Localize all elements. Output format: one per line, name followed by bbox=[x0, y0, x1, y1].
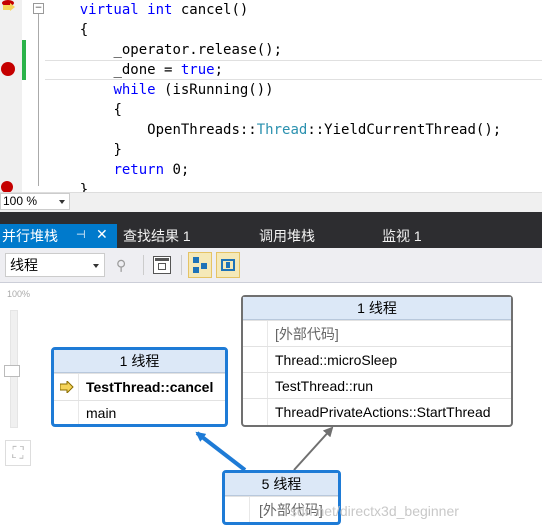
frame-label: [外部代码] bbox=[275, 326, 339, 342]
frame-label: ThreadPrivateActions::StartThread bbox=[275, 404, 491, 420]
stack-node-left[interactable]: 1 线程 TestThread::cancel main bbox=[51, 347, 228, 427]
stack-frame[interactable]: Thread::microSleep bbox=[243, 346, 511, 372]
stack-frame[interactable]: main bbox=[54, 400, 225, 424]
node-header: 1 线程 bbox=[243, 297, 511, 320]
stack-frame[interactable]: ThreadPrivateActions::StartThread bbox=[243, 398, 511, 425]
arrow-to-right-node bbox=[293, 426, 334, 471]
current-frame-arrow-icon bbox=[60, 381, 74, 393]
stack-frame[interactable]: [外部代码] bbox=[243, 320, 511, 346]
frame-label: main bbox=[86, 405, 117, 421]
stack-frame-current[interactable]: TestThread::cancel bbox=[54, 373, 225, 400]
frame-gutter bbox=[54, 401, 79, 424]
frame-label: Thread::microSleep bbox=[275, 352, 398, 368]
node-header: 1 线程 bbox=[54, 350, 225, 373]
frame-label: TestThread::run bbox=[275, 378, 374, 394]
stack-frame[interactable]: TestThread::run bbox=[243, 372, 511, 398]
connector-arrows bbox=[195, 426, 334, 472]
frame-gutter bbox=[243, 373, 268, 398]
watermark-text: sdn.net/directx3d_beginner bbox=[290, 503, 459, 519]
node-header: 5 线程 bbox=[225, 473, 338, 496]
frame-gutter bbox=[225, 497, 250, 522]
frame-gutter bbox=[243, 399, 268, 425]
frame-label: TestThread::cancel bbox=[86, 379, 214, 395]
stack-node-right[interactable]: 1 线程 [外部代码] Thread::microSleep TestThrea… bbox=[241, 295, 513, 427]
frame-gutter bbox=[243, 347, 268, 372]
arrow-to-left-node bbox=[195, 431, 247, 472]
frame-gutter bbox=[243, 321, 268, 346]
